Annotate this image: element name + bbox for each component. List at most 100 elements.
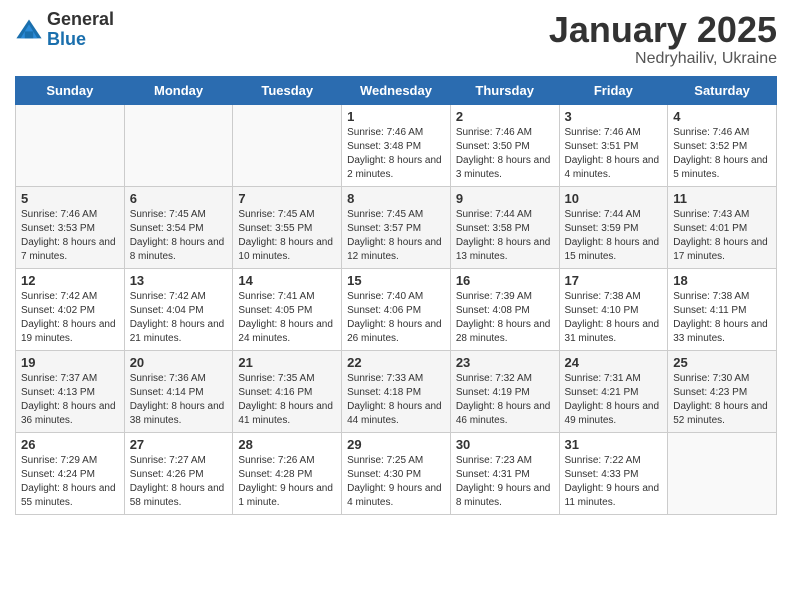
day-info: Sunrise: 7:35 AM Sunset: 4:16 PM Dayligh… [238,372,336,428]
day-cell-1-4: 9 Sunrise: 7:44 AM Sunset: 3:58 PM Daylig… [450,186,559,268]
day-info: Sunrise: 7:29 AM Sunset: 4:24 PM Dayligh… [21,454,119,510]
day-number: 30 [456,437,554,452]
day-number: 15 [347,273,445,288]
day-number: 20 [130,355,228,370]
calendar: Sunday Monday Tuesday Wednesday Thursday… [15,76,777,515]
day-number: 4 [673,109,771,124]
day-number: 10 [565,191,663,206]
day-number: 27 [130,437,228,452]
week-row-1: 1Sunrise: 7:46 AM Sunset: 3:48 PM Daylig… [16,104,777,186]
week-row-4: 19 Sunrise: 7:37 AM Sunset: 4:13 PM Dayli… [16,350,777,432]
day-info: Sunrise: 7:25 AM Sunset: 4:30 PM Dayligh… [347,454,445,510]
day-info: Sunrise: 7:44 AM Sunset: 3:58 PM Dayligh… [456,208,554,264]
day-number: 17 [565,273,663,288]
day-cell-3-5: 24Sunrise: 7:31 AM Sunset: 4:21 PM Dayli… [559,350,668,432]
day-cell-0-6: 4 Sunrise: 7:46 AM Sunset: 3:52 PM Daylig… [668,104,777,186]
day-cell-4-5: 31 Sunrise: 7:22 AM Sunset: 4:33 PM Dayli… [559,432,668,514]
header-monday: Monday [124,76,233,104]
day-cell-3-1: 20Sunrise: 7:36 AM Sunset: 4:14 PM Dayli… [124,350,233,432]
day-number: 7 [238,191,336,206]
day-cell-2-4: 16Sunrise: 7:39 AM Sunset: 4:08 PM Dayli… [450,268,559,350]
day-cell-0-0 [16,104,125,186]
header-thursday: Thursday [450,76,559,104]
day-info: Sunrise: 7:42 AM Sunset: 4:04 PM Dayligh… [130,290,228,346]
day-cell-1-3: 8 Sunrise: 7:45 AM Sunset: 3:57 PM Daylig… [342,186,451,268]
location-subtitle: Nedryhailiv, Ukraine [549,50,777,68]
day-cell-2-2: 14 Sunrise: 7:41 AM Sunset: 4:05 PM Dayli… [233,268,342,350]
day-number: 13 [130,273,228,288]
week-row-2: 5Sunrise: 7:46 AM Sunset: 3:53 PM Daylig… [16,186,777,268]
weekday-header-row: Sunday Monday Tuesday Wednesday Thursday… [16,76,777,104]
day-number: 31 [565,437,663,452]
day-info: Sunrise: 7:40 AM Sunset: 4:06 PM Dayligh… [347,290,445,346]
day-cell-2-1: 13 Sunrise: 7:42 AM Sunset: 4:04 PM Dayli… [124,268,233,350]
day-cell-2-5: 17 Sunrise: 7:38 AM Sunset: 4:10 PM Dayli… [559,268,668,350]
day-cell-2-0: 12 Sunrise: 7:42 AM Sunset: 4:02 PM Dayli… [16,268,125,350]
week-row-5: 26 Sunrise: 7:29 AM Sunset: 4:24 PM Dayli… [16,432,777,514]
day-number: 21 [238,355,336,370]
day-info: Sunrise: 7:38 AM Sunset: 4:10 PM Dayligh… [565,290,663,346]
logo-text: General Blue [47,10,114,50]
page: General Blue January 2025 Nedryhailiv, U… [0,0,792,612]
day-number: 8 [347,191,445,206]
header-sunday: Sunday [16,76,125,104]
day-number: 24 [565,355,663,370]
header-saturday: Saturday [668,76,777,104]
day-info: Sunrise: 7:37 AM Sunset: 4:13 PM Dayligh… [21,372,119,428]
day-cell-1-1: 6Sunrise: 7:45 AM Sunset: 3:54 PM Daylig… [124,186,233,268]
day-info: Sunrise: 7:26 AM Sunset: 4:28 PM Dayligh… [238,454,336,510]
week-row-3: 12 Sunrise: 7:42 AM Sunset: 4:02 PM Dayli… [16,268,777,350]
day-number: 26 [21,437,119,452]
day-info: Sunrise: 7:46 AM Sunset: 3:53 PM Dayligh… [21,208,119,264]
day-number: 9 [456,191,554,206]
day-number: 2 [456,109,554,124]
day-cell-1-6: 11 Sunrise: 7:43 AM Sunset: 4:01 PM Dayli… [668,186,777,268]
day-cell-1-0: 5Sunrise: 7:46 AM Sunset: 3:53 PM Daylig… [16,186,125,268]
logo-blue: Blue [47,30,114,50]
day-number: 22 [347,355,445,370]
header-friday: Friday [559,76,668,104]
day-info: Sunrise: 7:46 AM Sunset: 3:52 PM Dayligh… [673,126,771,182]
day-info: Sunrise: 7:30 AM Sunset: 4:23 PM Dayligh… [673,372,771,428]
day-info: Sunrise: 7:23 AM Sunset: 4:31 PM Dayligh… [456,454,554,510]
day-info: Sunrise: 7:46 AM Sunset: 3:50 PM Dayligh… [456,126,554,182]
day-cell-1-2: 7Sunrise: 7:45 AM Sunset: 3:55 PM Daylig… [233,186,342,268]
logo-icon [15,16,43,44]
day-cell-0-3: 1Sunrise: 7:46 AM Sunset: 3:48 PM Daylig… [342,104,451,186]
day-cell-0-2 [233,104,342,186]
logo-general: General [47,10,114,30]
day-info: Sunrise: 7:44 AM Sunset: 3:59 PM Dayligh… [565,208,663,264]
day-info: Sunrise: 7:22 AM Sunset: 4:33 PM Dayligh… [565,454,663,510]
day-info: Sunrise: 7:42 AM Sunset: 4:02 PM Dayligh… [21,290,119,346]
day-number: 3 [565,109,663,124]
day-number: 28 [238,437,336,452]
day-info: Sunrise: 7:32 AM Sunset: 4:19 PM Dayligh… [456,372,554,428]
day-cell-3-0: 19 Sunrise: 7:37 AM Sunset: 4:13 PM Dayli… [16,350,125,432]
header-wednesday: Wednesday [342,76,451,104]
day-info: Sunrise: 7:27 AM Sunset: 4:26 PM Dayligh… [130,454,228,510]
day-info: Sunrise: 7:33 AM Sunset: 4:18 PM Dayligh… [347,372,445,428]
day-number: 23 [456,355,554,370]
day-cell-3-3: 22 Sunrise: 7:33 AM Sunset: 4:18 PM Dayli… [342,350,451,432]
header: General Blue January 2025 Nedryhailiv, U… [15,10,777,68]
day-info: Sunrise: 7:43 AM Sunset: 4:01 PM Dayligh… [673,208,771,264]
logo: General Blue [15,10,114,50]
day-number: 25 [673,355,771,370]
header-tuesday: Tuesday [233,76,342,104]
day-cell-2-6: 18Sunrise: 7:38 AM Sunset: 4:11 PM Dayli… [668,268,777,350]
day-number: 12 [21,273,119,288]
day-info: Sunrise: 7:45 AM Sunset: 3:54 PM Dayligh… [130,208,228,264]
day-cell-0-1 [124,104,233,186]
day-cell-4-2: 28 Sunrise: 7:26 AM Sunset: 4:28 PM Dayli… [233,432,342,514]
day-info: Sunrise: 7:41 AM Sunset: 4:05 PM Dayligh… [238,290,336,346]
day-cell-3-2: 21 Sunrise: 7:35 AM Sunset: 4:16 PM Dayli… [233,350,342,432]
day-cell-4-3: 29Sunrise: 7:25 AM Sunset: 4:30 PM Dayli… [342,432,451,514]
day-number: 14 [238,273,336,288]
day-number: 19 [21,355,119,370]
title-block: January 2025 Nedryhailiv, Ukraine [549,10,777,68]
day-info: Sunrise: 7:45 AM Sunset: 3:57 PM Dayligh… [347,208,445,264]
day-cell-4-6 [668,432,777,514]
day-number: 11 [673,191,771,206]
day-info: Sunrise: 7:39 AM Sunset: 4:08 PM Dayligh… [456,290,554,346]
day-cell-0-4: 2 Sunrise: 7:46 AM Sunset: 3:50 PM Daylig… [450,104,559,186]
